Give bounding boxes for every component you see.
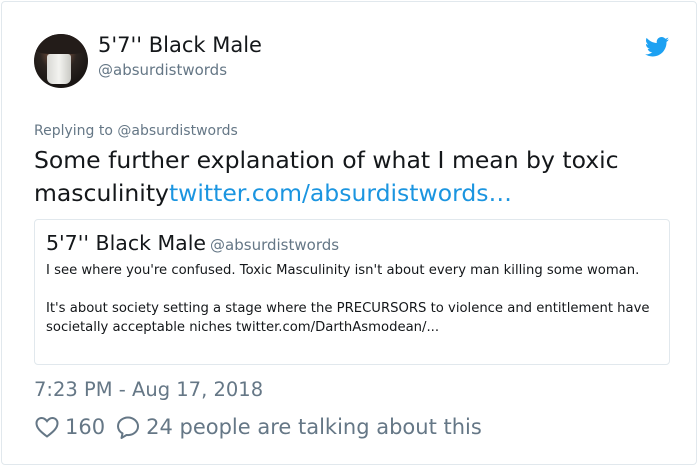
reply-context[interactable]: Replying to @absurdistwords (34, 123, 238, 139)
quoted-author-line: 5'7'' Black Male @absurdistwords (46, 231, 339, 255)
quoted-tweet-text: I see where you're confused. Toxic Mascu… (46, 261, 656, 337)
embedded-tweet-card: 5'7'' Black Male @absurdistwords Replyin… (1, 1, 697, 465)
quoted-author-handle[interactable]: @absurdistwords (210, 236, 339, 254)
timestamp[interactable]: 7:23 PM - Aug 17, 2018 (34, 378, 263, 401)
tweet-link[interactable]: twitter.com/absurdistwords… (169, 179, 512, 207)
engagement-bar: 160 24 people are talking about this (34, 412, 482, 442)
tweet-text: Some further explanation of what I mean … (34, 144, 674, 210)
avatar-hair (34, 34, 88, 54)
avatar-mug (47, 54, 71, 84)
talking-count-text[interactable]: 24 people are talking about this (146, 415, 482, 439)
heart-icon[interactable] (34, 414, 60, 440)
quoted-tweet[interactable]: 5'7'' Black Male @absurdistwords I see wh… (34, 219, 670, 365)
twitter-bird-icon[interactable] (645, 37, 669, 57)
author-handle[interactable]: @absurdistwords (98, 61, 227, 79)
avatar[interactable] (34, 34, 88, 88)
quoted-paragraph-2: It's about society setting a stage where… (46, 301, 650, 335)
author-name[interactable]: 5'7'' Black Male (98, 33, 262, 57)
like-count[interactable]: 160 (65, 415, 105, 439)
quoted-paragraph-1: I see where you're confused. Toxic Mascu… (46, 263, 640, 278)
quoted-author-name[interactable]: 5'7'' Black Male (46, 231, 206, 255)
speech-bubble-icon[interactable] (115, 414, 141, 440)
